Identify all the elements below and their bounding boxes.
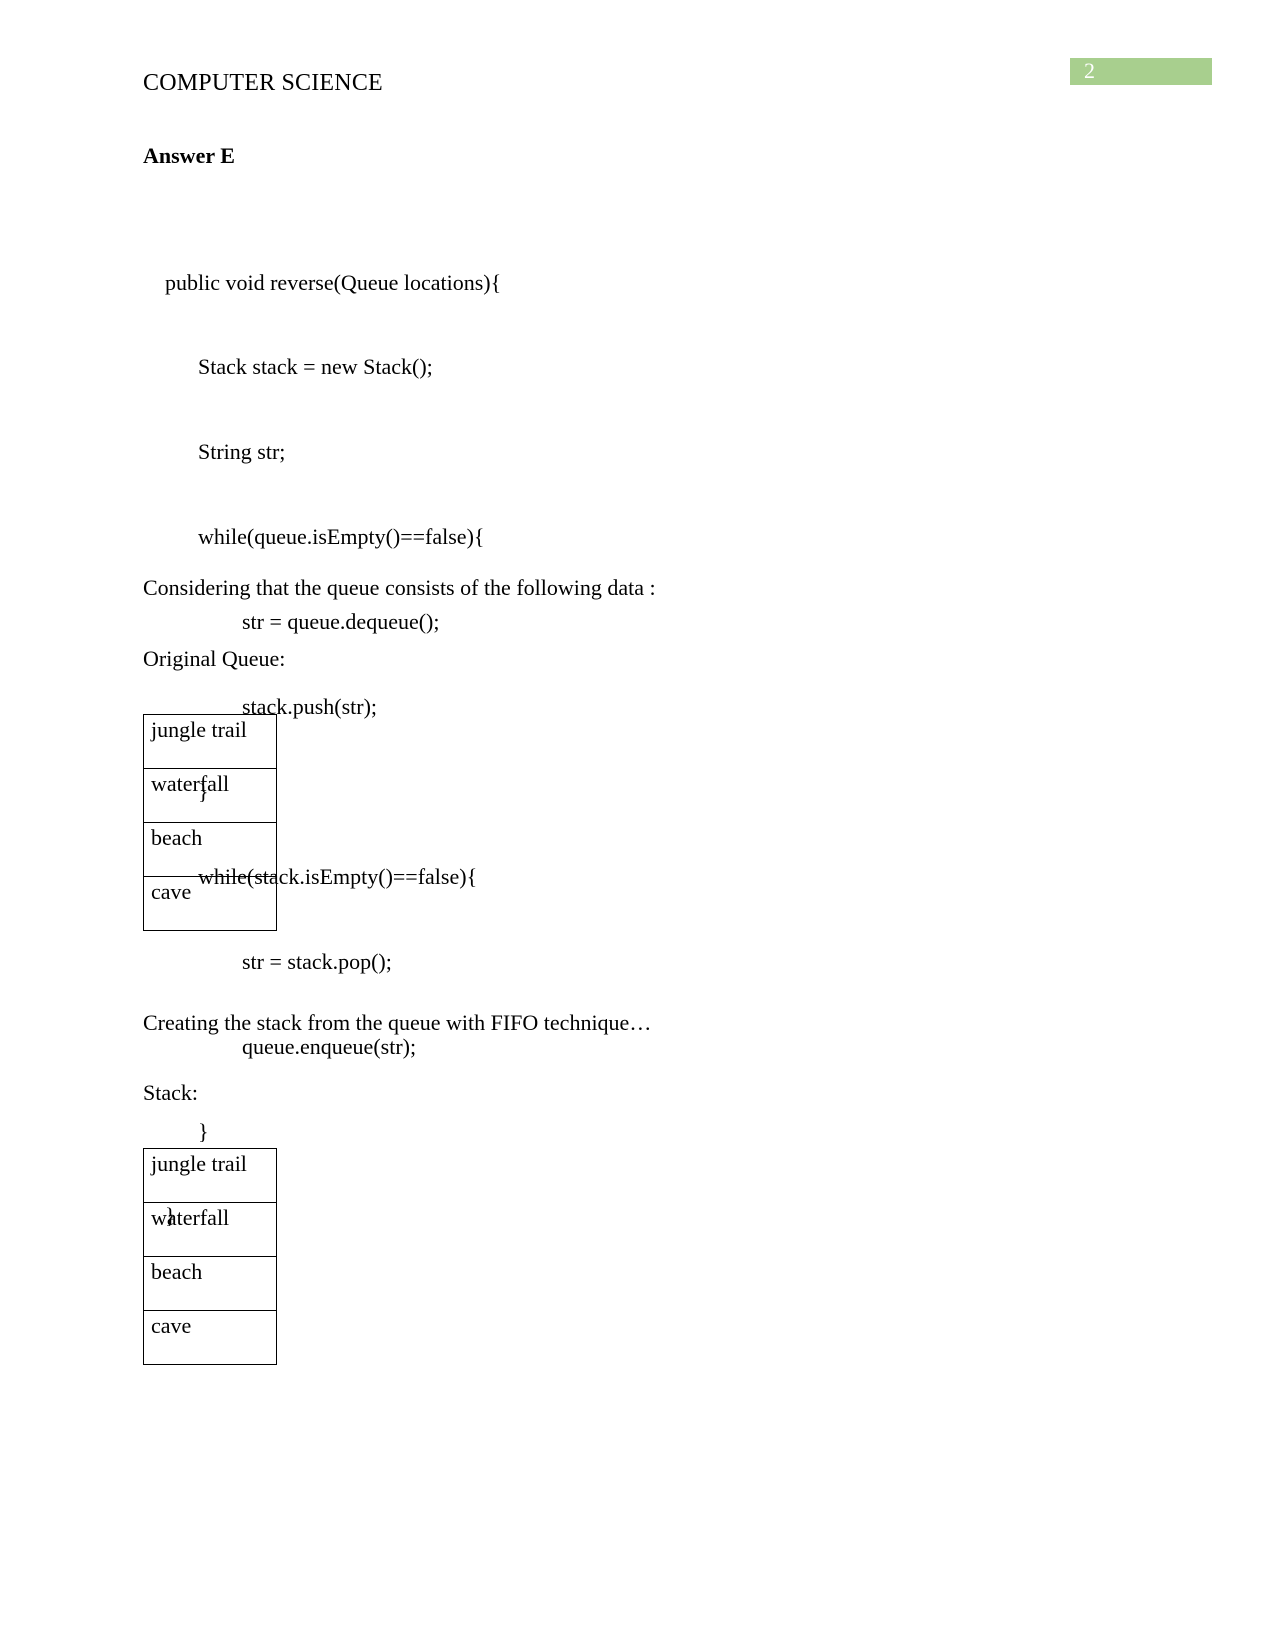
paragraph-creating-stack: Creating the stack from the queue with F… — [143, 1010, 652, 1035]
label-original-queue: Original Queue: — [143, 646, 286, 671]
label-stack: Stack: — [143, 1080, 198, 1105]
code-line: str = queue.dequeue(); — [143, 609, 440, 635]
queue-cell: waterfall — [143, 768, 277, 823]
code-line: while(queue.isEmpty()==false){ — [143, 524, 485, 550]
queue-cell: beach — [143, 822, 277, 877]
table-row: beach — [143, 1256, 277, 1311]
stack-cell: waterfall — [143, 1202, 277, 1257]
table-row: cave — [143, 1310, 277, 1365]
table-row: waterfall — [143, 1202, 277, 1257]
code-line: str = stack.pop(); — [143, 948, 392, 974]
stack-cell: jungle trail — [143, 1148, 277, 1203]
paragraph-considering: Considering that the queue consists of t… — [143, 575, 656, 600]
table-row: cave — [143, 876, 277, 931]
answer-heading: Answer E — [143, 143, 235, 168]
stack-cell: beach — [143, 1256, 277, 1311]
table-row: jungle trail — [143, 1148, 277, 1203]
table-row: waterfall — [143, 768, 277, 823]
document-header-title: COMPUTER SCIENCE — [143, 70, 383, 96]
code-line: String str; — [143, 439, 286, 465]
page-number-text: 2 — [1084, 58, 1095, 83]
document-page: 2 COMPUTER SCIENCE Answer E public void … — [0, 0, 1275, 1650]
code-line: } — [143, 1118, 209, 1144]
page-number-badge: 2 — [1070, 58, 1212, 85]
table-row: jungle trail — [143, 714, 277, 769]
queue-cell: cave — [143, 876, 277, 931]
code-line: public void reverse(Queue locations){ — [143, 269, 502, 295]
original-queue-table: jungle trail waterfall beach cave — [143, 714, 277, 931]
table-row: beach — [143, 822, 277, 877]
code-line: Stack stack = new Stack(); — [143, 354, 433, 380]
stack-table: jungle trail waterfall beach cave — [143, 1148, 277, 1365]
queue-cell: jungle trail — [143, 714, 277, 769]
stack-cell: cave — [143, 1310, 277, 1365]
